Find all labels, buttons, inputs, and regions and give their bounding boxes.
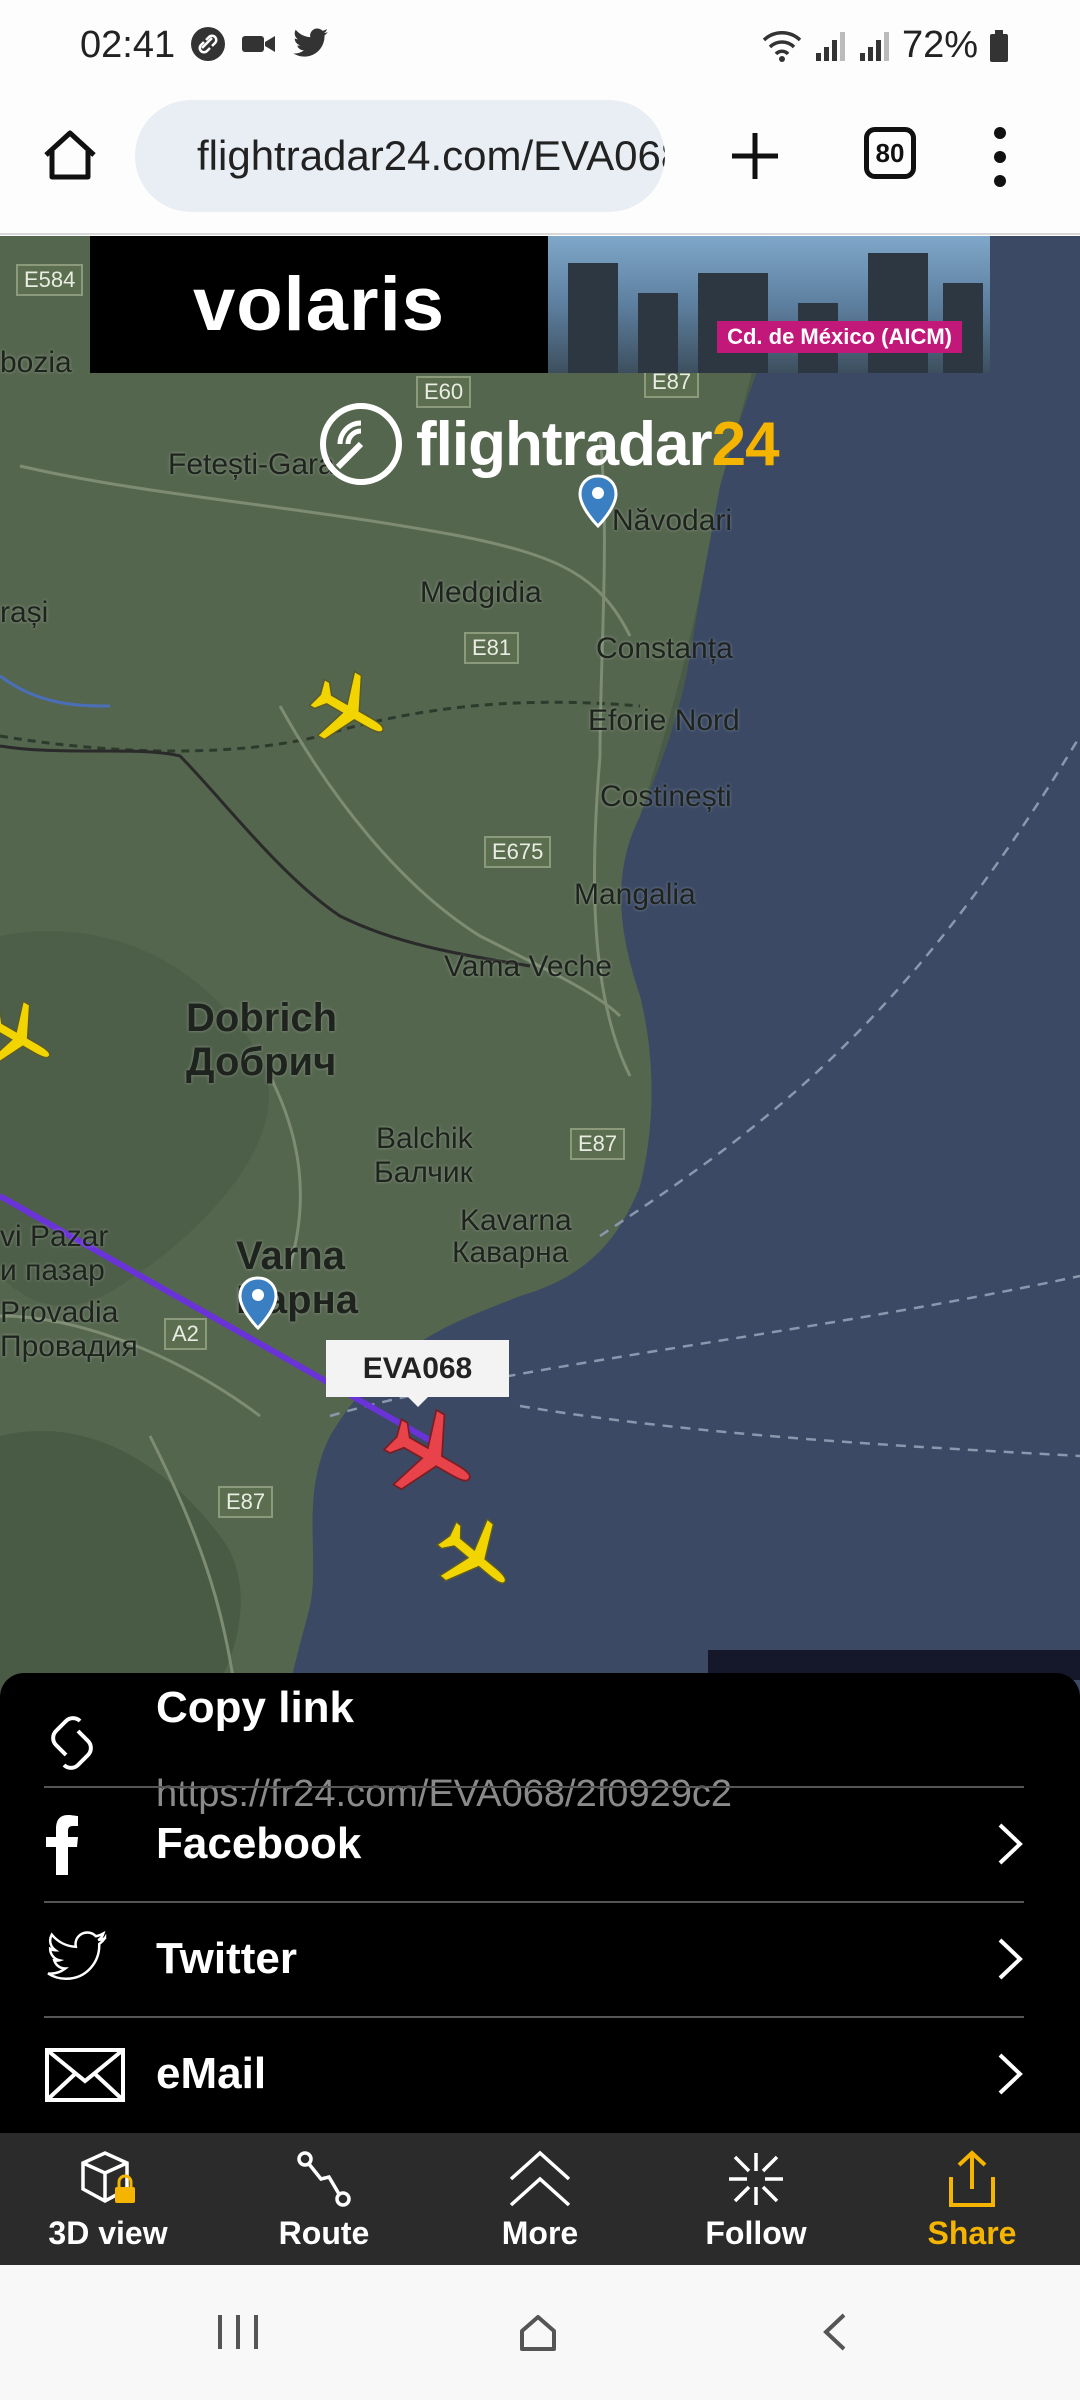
place-label: Каварна	[452, 1236, 569, 1269]
facebook-icon	[46, 1815, 78, 1875]
place-label: Добрич	[186, 1040, 337, 1084]
route-button[interactable]: Route	[216, 2133, 432, 2265]
ad-image-panel: Cd. de México (AICM)	[548, 236, 990, 373]
place-label: Балчик	[374, 1156, 473, 1189]
3d-view-label: 3D view	[48, 2215, 168, 2251]
airport-pin-icon[interactable]	[238, 1276, 278, 1330]
divider	[44, 2016, 1024, 2018]
bottom-toolbar: 3D view Route More Follow Share	[0, 2133, 1080, 2265]
road-label: E675	[484, 836, 552, 868]
place-label: Провадия	[0, 1330, 138, 1363]
advertisement-banner[interactable]: volaris Cd. de México (AICM)	[90, 236, 990, 373]
place-label: Provadia	[0, 1296, 119, 1329]
back-nav-icon[interactable]	[806, 2307, 866, 2357]
wifi-icon	[762, 30, 802, 62]
browser-toolbar: flightradar24.com/EVA068 80	[0, 95, 1080, 235]
status-system-icons: 72%	[760, 24, 1010, 67]
envelope-icon	[45, 2048, 125, 2102]
chevron-up-icon	[509, 2150, 571, 2207]
place-label: Năvodari	[612, 504, 733, 537]
airport-pin-icon[interactable]	[578, 474, 618, 528]
twitter-label: Twitter	[156, 1934, 297, 1983]
battery-icon	[990, 29, 1008, 62]
ad-tagline: Cd. de México (AICM)	[717, 321, 962, 353]
place-label: Balchik	[376, 1122, 473, 1155]
place-label: Varna	[236, 1234, 345, 1278]
more-menu-icon[interactable]	[985, 125, 1015, 189]
route-label: Route	[278, 2215, 370, 2251]
road-label: E87	[570, 1128, 626, 1160]
url-bar[interactable]: flightradar24.com/EVA068	[135, 100, 665, 212]
share-url[interactable]: https://fr24.com/EVA068/2f0929c2	[156, 1773, 732, 1816]
road-label: E87	[218, 1486, 274, 1518]
chevron-right-icon	[998, 2053, 1023, 2095]
status-bar: 02:41 72%	[0, 0, 1080, 95]
3d-view-button[interactable]: 3D view	[0, 2133, 216, 2265]
route-icon	[297, 2151, 351, 2207]
place-label: Medgidia	[420, 576, 542, 609]
signal-icon	[815, 31, 845, 61]
cube-lock-icon	[81, 2151, 135, 2203]
status-notification-icons	[190, 26, 330, 62]
twitter-icon	[47, 1930, 107, 1980]
link-icon	[51, 1716, 93, 1770]
url-text: flightradar24.com/EVA068	[197, 132, 665, 179]
divider	[44, 1901, 1024, 1903]
chevron-right-icon	[998, 1938, 1023, 1980]
battery-percent: 72%	[901, 24, 978, 66]
chevron-right-icon	[998, 1823, 1023, 1865]
place-label: Kavarna	[460, 1204, 572, 1237]
link-icon	[191, 27, 225, 61]
flight-map[interactable]: E584 bozia Fetești-Gara E60 E87 Năvodari…	[0, 236, 1080, 1736]
road-label: A2	[164, 1318, 207, 1350]
radar-logo-icon	[320, 403, 402, 485]
share-button[interactable]: Share	[864, 2133, 1080, 2265]
place-label: Constanța	[596, 632, 733, 665]
road-label: E81	[464, 632, 520, 664]
email-share-row[interactable]: eMail	[44, 2043, 1024, 2133]
follow-label: Follow	[705, 2215, 807, 2251]
copy-link-label: Copy link	[156, 1683, 355, 1732]
facebook-share-row[interactable]: Facebook	[44, 1813, 1024, 1903]
home-nav-icon[interactable]	[508, 2307, 568, 2357]
place-label: и пазар	[0, 1254, 105, 1287]
ad-brand-panel: volaris	[90, 236, 548, 373]
place-label: Fetești-Gara	[168, 448, 335, 481]
ad-brand: volaris	[192, 262, 446, 347]
place-label: Dobrich	[186, 996, 338, 1040]
share-icon	[949, 2150, 995, 2207]
video-icon	[242, 36, 275, 52]
email-label: eMail	[156, 2049, 267, 2098]
place-label: rași	[0, 596, 49, 629]
share-label: Share	[927, 2215, 1017, 2251]
status-time: 02:41	[80, 24, 176, 66]
more-button[interactable]: More	[432, 2133, 648, 2265]
place-label: vi Pazar	[0, 1220, 109, 1253]
place-label: Mangalia	[574, 878, 696, 911]
system-navigation-bar	[0, 2265, 1080, 2400]
divider	[44, 1786, 1024, 1788]
road-label: E584	[16, 264, 84, 296]
more-label: More	[501, 2215, 579, 2251]
place-label: Costinești	[600, 780, 732, 813]
place-label: bozia	[0, 346, 72, 379]
logo-wordmark: flightradar24	[416, 409, 780, 479]
recent-apps-icon[interactable]	[208, 2307, 268, 2357]
tab-switcher-button[interactable]: 80	[864, 127, 916, 179]
follow-icon	[729, 2153, 783, 2205]
home-icon[interactable]	[40, 125, 100, 185]
follow-button[interactable]: Follow	[648, 2133, 864, 2265]
place-label: Vama Veche	[444, 950, 612, 983]
signal-icon	[859, 31, 889, 61]
facebook-label: Facebook	[156, 1819, 362, 1868]
share-sheet: Copy link https://fr24.com/EVA068/2f0929…	[0, 1673, 1080, 2133]
place-label: Eforie Nord	[588, 704, 740, 737]
flight-callsign-label[interactable]: EVA068	[326, 1340, 509, 1407]
twitter-icon	[293, 28, 328, 57]
new-tab-icon[interactable]	[722, 123, 788, 189]
flightradar-logo: flightradar24	[318, 401, 780, 487]
twitter-share-row[interactable]: Twitter	[44, 1928, 1024, 2018]
